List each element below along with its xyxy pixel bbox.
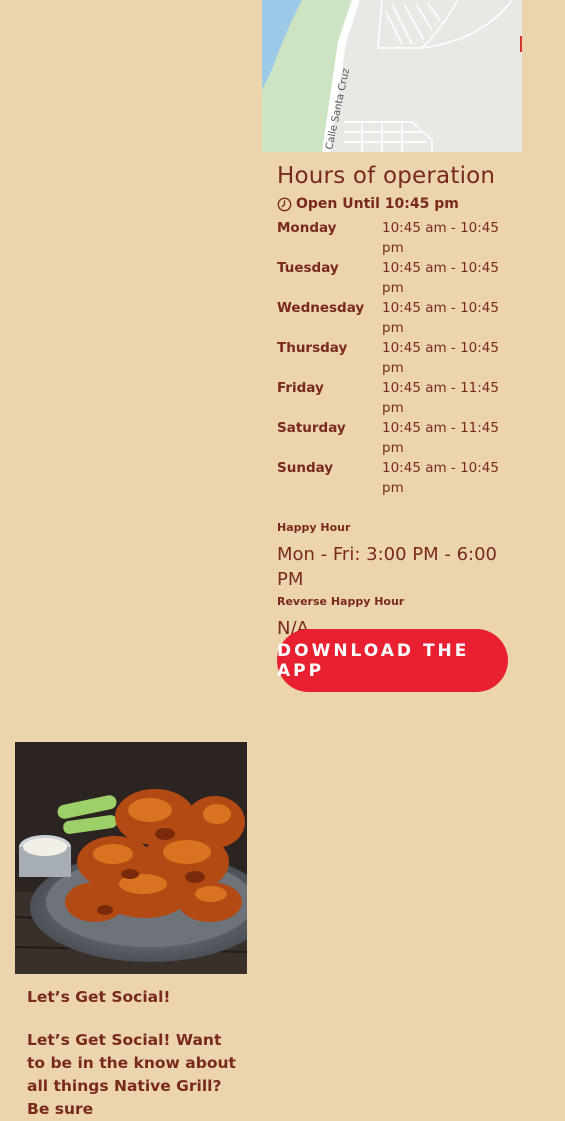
time-range: 10:45 am - 10:45 pm <box>382 220 499 256</box>
time-range: 10:45 am - 10:45 pm <box>382 340 499 376</box>
open-until-text: Open Until 10:45 pm <box>296 196 459 212</box>
download-app-button[interactable]: DOWNLOAD THE APP <box>277 629 508 692</box>
hours-row-monday: Monday 10:45 am - 10:45 pm <box>277 218 517 258</box>
time-range: 10:45 am - 10:45 pm <box>382 460 499 496</box>
social-title: Let’s Get Social! <box>27 988 171 1006</box>
map-graphic: Calle Santa Cruz <box>262 0 522 152</box>
hours-row-friday: Friday 10:45 am - 11:45 pm <box>277 378 517 418</box>
hours-section: Hours of operation Open Until 10:45 pm M… <box>277 158 517 641</box>
day-label: Sunday <box>277 460 334 476</box>
day-label: Wednesday <box>277 300 365 316</box>
time-range: 10:45 am - 11:45 pm <box>382 380 499 416</box>
social-body: Let’s Get Social! Want to be in the know… <box>27 1031 236 1118</box>
hours-row-tuesday: Tuesday 10:45 am - 10:45 pm <box>277 258 517 298</box>
day-label: Friday <box>277 380 324 396</box>
happy-hour-value: Mon - Fri: 3:00 PM - 6:00 PM <box>277 544 498 590</box>
time-range: 10:45 am - 11:45 pm <box>382 420 499 456</box>
happy-hour-label: Happy Hour <box>277 521 351 534</box>
day-label: Monday <box>277 220 337 236</box>
location-map[interactable]: Calle Santa Cruz <box>262 0 522 152</box>
reverse-happy-hour-label: Reverse Happy Hour <box>277 595 405 608</box>
day-label: Tuesday <box>277 260 339 276</box>
time-range: 10:45 am - 10:45 pm <box>382 300 499 336</box>
hours-row-thursday: Thursday 10:45 am - 10:45 pm <box>277 338 517 378</box>
wings-photo <box>15 742 247 974</box>
hours-row-wednesday: Wednesday 10:45 am - 10:45 pm <box>277 298 517 338</box>
open-status: Open Until 10:45 pm <box>277 194 517 214</box>
time-range: 10:45 am - 10:45 pm <box>382 260 499 296</box>
day-label: Saturday <box>277 420 346 436</box>
hours-title: Hours of operation <box>277 163 496 189</box>
clock-icon <box>277 197 292 212</box>
hours-row-sunday: Sunday 10:45 am - 10:45 pm <box>277 458 517 498</box>
day-label: Thursday <box>277 340 348 356</box>
hours-row-saturday: Saturday 10:45 am - 11:45 pm <box>277 418 517 458</box>
